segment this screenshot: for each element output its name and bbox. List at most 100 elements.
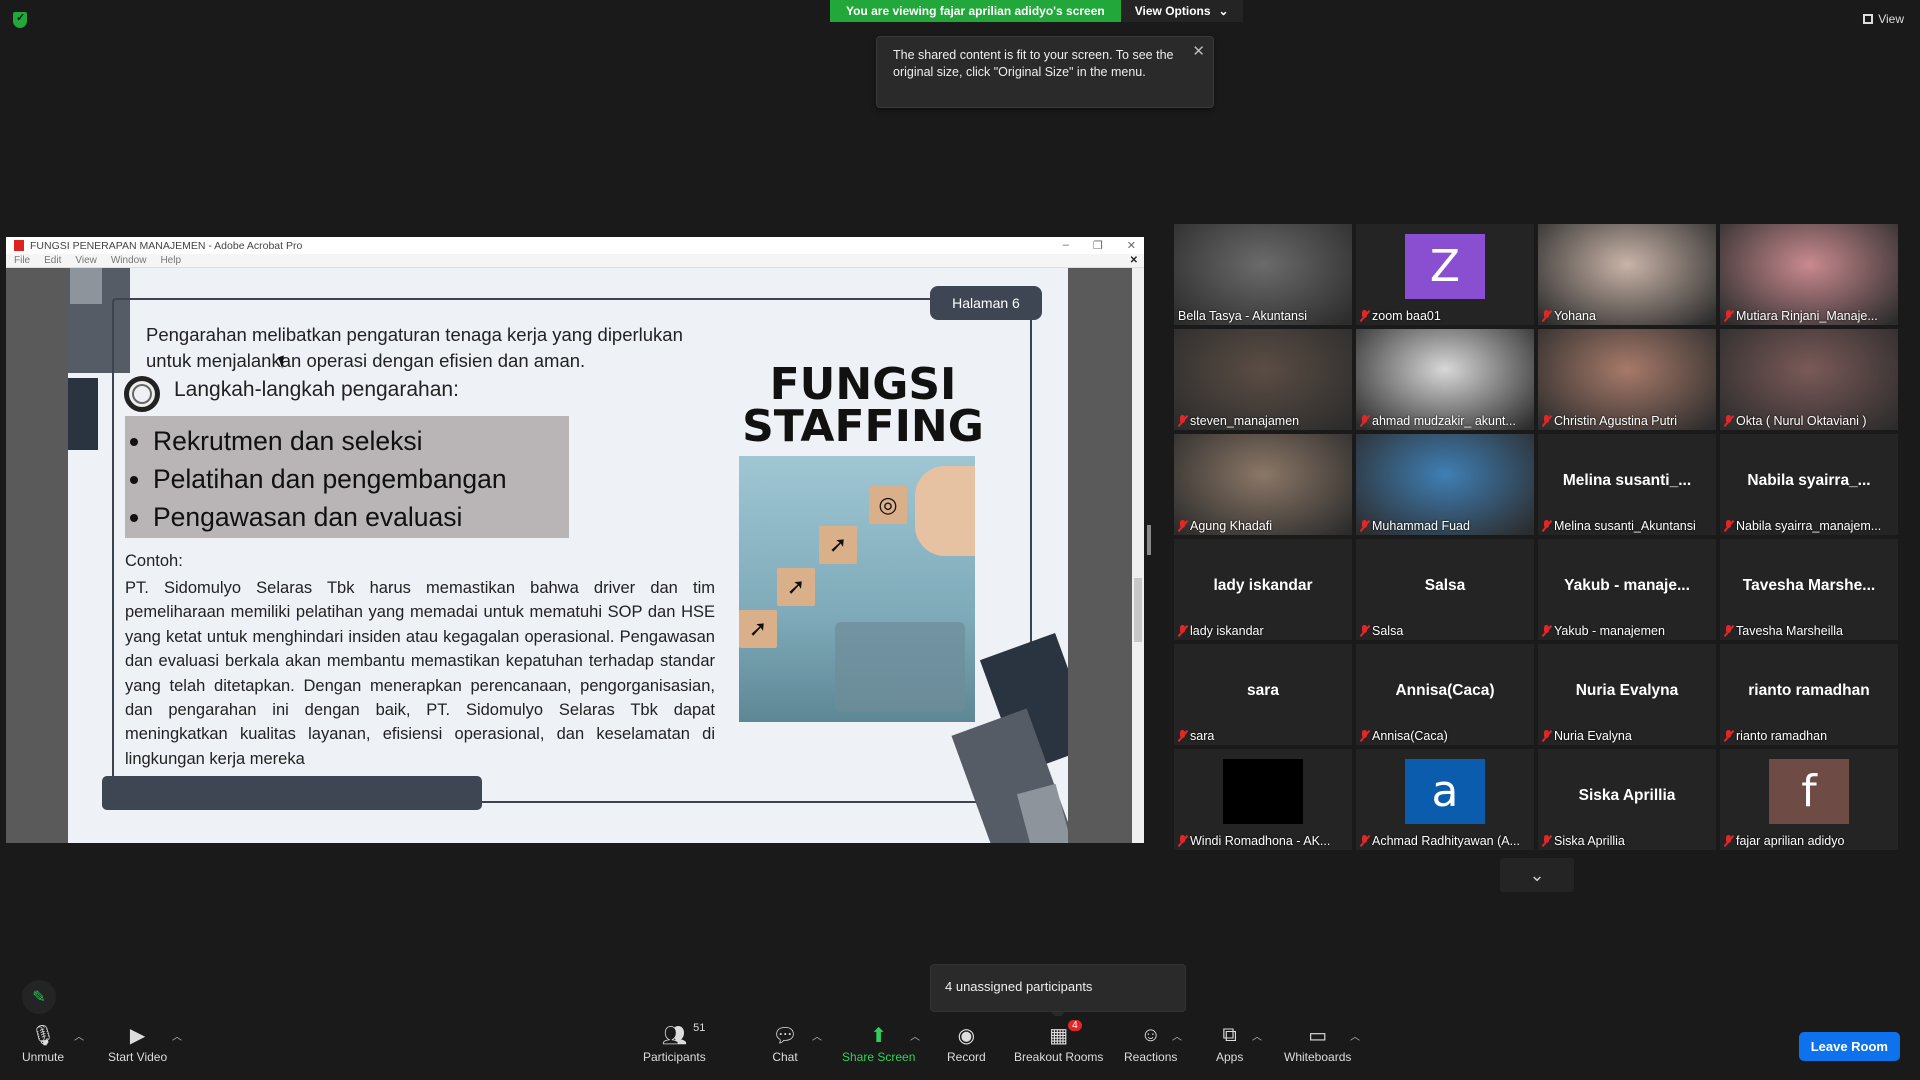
close-document-icon[interactable]: ✕ [1130,255,1138,266]
video-options-caret-icon[interactable]: ︿ [172,1028,182,1043]
participant-tile[interactable]: Christin Agustina Putri [1538,329,1716,430]
share-banner: You are viewing fajar aprilian adidyo's … [830,0,1243,22]
gallery-view-button[interactable]: View [1863,12,1904,26]
participant-label: zoom baa01 [1360,309,1530,323]
menu-window[interactable]: Window [111,255,147,266]
participant-tile[interactable]: Agung Khadafi [1174,434,1352,535]
view-options-button[interactable]: View Options ⌄ [1120,0,1243,22]
participant-name: Yohana [1554,309,1596,323]
vertical-scrollbar[interactable] [1132,268,1144,843]
close-icon[interactable]: ✕ [1192,43,1205,60]
participant-tile[interactable]: Yakub - manaje... Yakub - manajemen [1538,539,1716,640]
participants-button[interactable]: 👥︎ 51 Participants [643,1022,706,1064]
leave-room-button[interactable]: Leave Room [1798,1032,1900,1061]
reactions-button[interactable]: ☺ Reactions [1124,1024,1177,1065]
record-button[interactable]: ◉ Record [947,1024,986,1065]
apps-options-caret-icon[interactable]: ︿ [1252,1028,1262,1043]
meeting-toolbar: 🎙︎ Unmute ︿ ▶︎ Start Video ︿ 👥︎ 51 Partic… [0,1016,1920,1080]
split-resize-handle[interactable] [1147,525,1151,555]
audio-options-caret-icon[interactable]: ︿ [74,1028,84,1043]
apps-icon: ⧉ [1222,1023,1237,1046]
start-video-button[interactable]: ▶︎ Start Video [108,1024,167,1065]
mic-off-icon: 🎙︎ [30,1024,56,1047]
menu-view[interactable]: View [75,255,97,266]
share-screen-button[interactable]: ⬆︎ Share Screen [842,1024,916,1065]
truck-image [835,622,965,712]
record-label: Record [947,1050,986,1064]
chat-button[interactable]: 💬︎ Chat [772,1024,798,1065]
mic-muted-icon [1542,730,1551,742]
apps-button[interactable]: ⧉ Apps [1216,1023,1244,1065]
staffing-illustration: ➚ ➚ ➚ ◎ [739,456,975,722]
decor-block [70,268,102,304]
mic-muted-icon [1178,520,1187,532]
participant-tile[interactable]: Salsa Salsa [1356,539,1534,640]
participant-tile[interactable]: Okta ( Nurul Oktaviani ) [1720,329,1898,430]
security-shield-icon[interactable] [13,11,27,28]
participant-tile[interactable]: Siska Aprillia Siska Aprillia [1538,749,1716,850]
scrollbar-thumb[interactable] [1134,578,1142,642]
participant-tile[interactable]: Mutiara Rinjani_Manaje... [1720,224,1898,325]
participant-display-name: Melina susanti_... [1562,472,1692,489]
participant-tile[interactable]: f fajar aprilian adidyo [1720,749,1898,850]
avatar: a [1405,759,1485,824]
tooltip-text: The shared content is fit to your screen… [893,48,1174,79]
chevron-down-icon: ⌄ [1529,864,1545,885]
minimize-icon[interactable]: – [1063,239,1069,252]
participant-tile[interactable]: Nabila syairra_... Nabila syairra_manajem… [1720,434,1898,535]
participant-display-name: Annisa(Caca) [1395,682,1495,699]
participant-label: Christin Agustina Putri [1542,414,1712,428]
participant-tile[interactable]: Zzoom baa01 [1356,224,1534,325]
participant-label: Okta ( Nurul Oktaviani ) [1724,414,1894,428]
participant-tile[interactable]: a Achmad Radhityawan (A... [1356,749,1534,850]
participant-name: Salsa [1372,624,1404,638]
participant-tile[interactable]: Nuria Evalyna Nuria Evalyna [1538,644,1716,745]
annotate-pencil-icon[interactable]: ✎ [22,980,56,1014]
participant-label: Achmad Radhityawan (A... [1360,834,1530,848]
participant-tile[interactable]: steven_manajamen [1174,329,1352,430]
chevron-down-icon: ⌄ [1218,4,1229,18]
participant-tile[interactable]: ahmad mudzakir_ akunt... [1356,329,1534,430]
participant-tile[interactable]: lady iskandar lady iskandar [1174,539,1352,640]
menu-file[interactable]: File [14,255,30,266]
participant-tile[interactable]: sara sara [1174,644,1352,745]
participant-tile[interactable]: rianto ramadhan rianto ramadhan [1720,644,1898,745]
restore-icon[interactable]: ❐ [1093,239,1103,252]
breakout-rooms-button[interactable]: ▦ 4 Breakout Rooms [1014,1020,1103,1064]
participant-tile[interactable]: Tavesha Marshe... Tavesha Marsheilla [1720,539,1898,640]
gallery-next-page-button[interactable]: ⌄ [1500,858,1574,892]
participant-name: Bella Tasya - Akuntansi [1178,309,1308,323]
participant-tile[interactable]: Bella Tasya - Akuntansi [1174,224,1352,325]
arrow-block-icon: ➚ [777,568,815,606]
mic-muted-icon [1360,835,1369,847]
mic-muted-icon [1724,730,1733,742]
participant-tile[interactable]: Annisa(Caca) Annisa(Caca) [1356,644,1534,745]
apps-label: Apps [1216,1050,1244,1064]
whiteboards-options-caret-icon[interactable]: ︿ [1350,1028,1360,1043]
unmute-button[interactable]: 🎙︎ Unmute [22,1024,64,1065]
list-item: Rekrutmen dan seleksi [153,422,569,460]
reactions-options-caret-icon[interactable]: ︿ [1172,1028,1182,1043]
whiteboards-button[interactable]: ▭ Whiteboards [1284,1024,1351,1065]
share-screen-label: Share Screen [842,1050,916,1064]
unassigned-participants-popover[interactable]: 4 unassigned participants [930,964,1186,1019]
participant-tile[interactable]: Muhammad Fuad [1356,434,1534,535]
menu-help[interactable]: Help [160,255,181,266]
view-options-label: View Options [1134,4,1211,18]
share-options-caret-icon[interactable]: ︿ [910,1028,920,1043]
mic-muted-icon [1360,415,1369,427]
contoh-text: PT. Sidomulyo Selaras Tbk harus memastik… [125,579,715,768]
participant-display-name: Yakub - manaje... [1564,577,1690,594]
participant-name: lady iskandar [1190,624,1264,638]
participant-display-name: Salsa [1424,577,1466,594]
mic-muted-icon [1360,730,1369,742]
participant-tile[interactable]: Yohana [1538,224,1716,325]
participant-tile[interactable]: Melina susanti_... Melina susanti_Akuntan… [1538,434,1716,535]
participant-tile[interactable]: Windi Romadhona - AK... [1174,749,1352,850]
chat-options-caret-icon[interactable]: ︿ [812,1028,822,1043]
chat-label: Chat [772,1050,798,1064]
close-window-icon[interactable]: ✕ [1127,239,1136,252]
menu-edit[interactable]: Edit [44,255,61,266]
steps-list: Rekrutmen dan seleksi Pelatihan dan peng… [125,416,569,538]
participant-name: Mutiara Rinjani_Manaje... [1736,309,1878,323]
